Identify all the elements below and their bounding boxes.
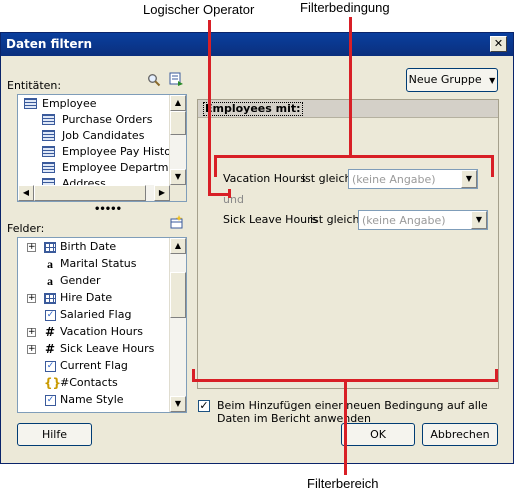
- field-item-sick-leave-hours[interactable]: + # Sick Leave Hours: [18, 341, 170, 357]
- field-item-salaried-flag[interactable]: ✓ Salaried Flag: [18, 307, 170, 323]
- boolean-icon: ✓: [45, 395, 56, 406]
- scroll-thumb[interactable]: [170, 272, 186, 318]
- expand-icon[interactable]: +: [27, 345, 36, 354]
- expand-icon[interactable]: +: [27, 243, 36, 252]
- condition-1-field[interactable]: Vacation Hours: [223, 172, 306, 185]
- callout-bracket-filter-condition-top: [214, 155, 494, 158]
- scroll-down-icon[interactable]: ▼: [170, 396, 186, 412]
- title-bar: Daten filtern ✕: [1, 33, 513, 56]
- condition-1-value-select[interactable]: (keine Angabe) ▼: [348, 169, 478, 189]
- chevron-down-icon[interactable]: ▼: [471, 211, 487, 229]
- scroll-down-icon[interactable]: ▼: [170, 169, 186, 185]
- fields-list[interactable]: + Birth Date a Marital Status a Gender +…: [17, 237, 187, 413]
- scroll-right-icon[interactable]: ▶: [154, 185, 170, 201]
- expand-icon[interactable]: +: [27, 294, 36, 303]
- field-item-hire-date[interactable]: + Hire Date: [18, 290, 170, 306]
- condition-2-operator[interactable]: ist gleich: [310, 213, 359, 226]
- callout-line-logical-operator: [208, 20, 211, 196]
- new-group-button[interactable]: Neue Gruppe ▼: [406, 68, 498, 92]
- entity-icon: [24, 98, 37, 109]
- scroll-up-icon[interactable]: ▲: [170, 95, 186, 111]
- entity-item-job-candidates[interactable]: Job Candidates: [18, 128, 170, 144]
- condition-2-field[interactable]: Sick Leave Hours: [223, 213, 317, 226]
- scroll-up-icon[interactable]: ▲: [170, 238, 186, 254]
- calendar-table-icon: [44, 293, 56, 304]
- chevron-down-icon[interactable]: ▼: [461, 170, 477, 188]
- condition-2-value-select[interactable]: (keine Angabe) ▼: [358, 210, 488, 230]
- callout-line-filter-condition: [349, 17, 352, 156]
- callout-bracket-filter-condition-left: [214, 155, 217, 177]
- condition-1-operator[interactable]: ist gleich: [302, 172, 351, 185]
- field-item-marital-status[interactable]: a Marital Status: [18, 256, 170, 272]
- entities-vscrollbar[interactable]: ▲ ▼: [169, 95, 186, 185]
- text-a-icon: a: [47, 257, 53, 271]
- ok-button[interactable]: OK: [341, 423, 415, 446]
- dialog-title: Daten filtern: [6, 37, 92, 51]
- entity-item-employee-pay-histories[interactable]: Employee Pay Histories: [18, 144, 186, 160]
- callout-filter-condition: Filterbedingung: [300, 0, 390, 15]
- boolean-icon: ✓: [45, 310, 56, 321]
- entity-item-employee[interactable]: Employee: [18, 96, 170, 112]
- calendar-table-icon: [44, 242, 56, 253]
- callout-bracket-logical-operator-side: [228, 189, 231, 198]
- apply-all-checkbox[interactable]: ✓: [198, 400, 210, 412]
- field-item-current-flag[interactable]: ✓ Current Flag: [18, 358, 170, 374]
- expand-icon[interactable]: +: [27, 328, 36, 337]
- aggregate-brace-icon: {}: [44, 376, 62, 390]
- entity-icon: [42, 114, 55, 125]
- fields-vscrollbar[interactable]: ▲ ▼: [169, 238, 186, 412]
- entity-item-purchase-orders[interactable]: Purchase Orders: [18, 112, 170, 128]
- callout-logical-operator: Logischer Operator: [143, 2, 255, 17]
- entity-icon: [42, 130, 55, 141]
- text-a-icon: a: [47, 274, 53, 288]
- callout-bracket-filter-condition-right: [491, 155, 494, 177]
- boolean-icon: ✓: [45, 361, 56, 372]
- filter-header-bar: Employees mit:: [198, 100, 498, 118]
- entity-icon: [42, 162, 55, 173]
- filter-header: Employees mit:: [203, 102, 303, 116]
- entities-label: Entitäten:: [7, 79, 62, 92]
- scroll-thumb[interactable]: [170, 111, 186, 135]
- field-item-gender[interactable]: a Gender: [18, 273, 170, 289]
- callout-line-filter-area: [344, 379, 347, 475]
- search-icon[interactable]: [147, 73, 161, 87]
- entities-hscrollbar[interactable]: ◀ ▶: [18, 185, 170, 201]
- field-item-birth-date[interactable]: + Birth Date: [18, 239, 170, 255]
- number-hash-icon: #: [44, 325, 56, 339]
- callout-filter-area: Filterbereich: [307, 476, 379, 491]
- field-item-contacts[interactable]: {} #Contacts: [18, 375, 170, 391]
- related-entities-icon[interactable]: [169, 72, 184, 87]
- scroll-left-icon[interactable]: ◀: [18, 185, 34, 201]
- apply-all-label: Beim Hinzufügen einer neuen Bedingung au…: [217, 399, 488, 425]
- entities-list[interactable]: Employee Purchase Orders Job Candidates …: [17, 94, 187, 202]
- callout-bracket-filter-area-left: [192, 369, 195, 382]
- cancel-button[interactable]: Abbrechen: [422, 423, 498, 446]
- close-button[interactable]: ✕: [490, 36, 507, 52]
- filter-area-panel[interactable]: Employees mit: Vacation Hours ist gleich…: [197, 99, 499, 389]
- filter-dialog: Daten filtern ✕ Entitäten: Employee Purc…: [0, 32, 514, 464]
- field-item-name-style[interactable]: ✓ Name Style: [18, 392, 170, 408]
- callout-bracket-filter-area-right: [495, 369, 498, 382]
- entity-item-employee-department[interactable]: Employee Department: [18, 160, 186, 176]
- dropdown-arrow-icon: ▼: [489, 76, 496, 85]
- scroll-corner: [170, 185, 186, 201]
- entity-icon: [42, 146, 55, 157]
- number-hash-icon: #: [44, 342, 56, 356]
- new-field-icon[interactable]: [169, 215, 184, 230]
- splitter-grip-icon[interactable]: •••••: [94, 204, 122, 215]
- hscroll-thumb[interactable]: [34, 185, 146, 201]
- help-button[interactable]: Hilfe: [17, 423, 92, 446]
- field-item-vacation-hours[interactable]: + # Vacation Hours: [18, 324, 170, 340]
- close-icon: ✕: [493, 37, 504, 50]
- fields-label: Felder:: [7, 222, 45, 235]
